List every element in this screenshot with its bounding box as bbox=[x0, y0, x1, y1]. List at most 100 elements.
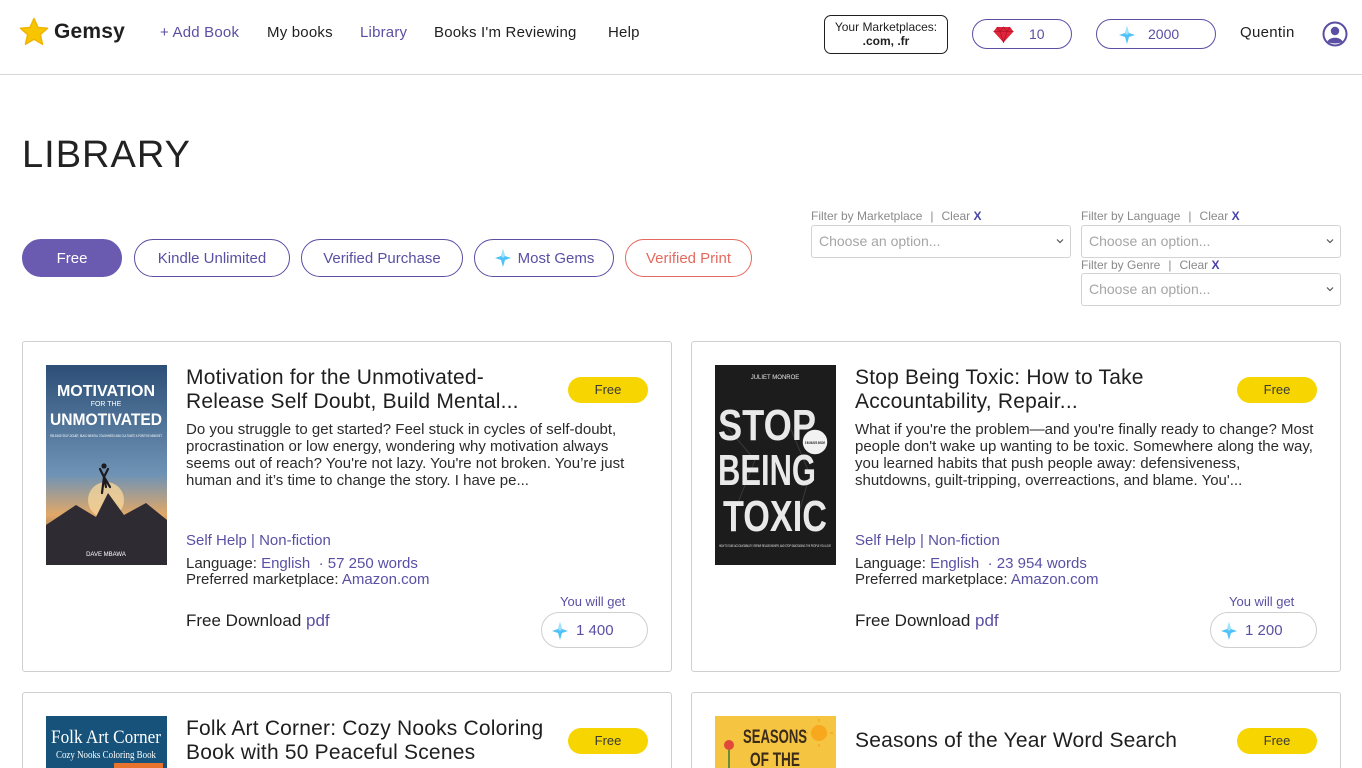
book-genre-link[interactable]: Self Help | Non-fiction bbox=[855, 532, 1000, 549]
marketplaces-label: Your Marketplaces: bbox=[834, 20, 938, 34]
marketplace-select-placeholder: Choose an option... bbox=[819, 233, 941, 249]
marketplaces-value: .com, .fr bbox=[862, 34, 910, 48]
books-reviewing-link[interactable]: Books I'm Reviewing bbox=[434, 24, 577, 41]
cover-line2: BEING bbox=[718, 446, 816, 495]
language-label: Language: bbox=[855, 555, 926, 572]
cover-seal: 5 BONUSES INSIDE bbox=[805, 441, 825, 445]
language-link[interactable]: English bbox=[930, 555, 979, 572]
marketplace-link[interactable]: Amazon.com bbox=[1011, 571, 1099, 588]
cover-line1: MOTIVATION bbox=[57, 383, 155, 400]
free-badge: Free bbox=[568, 728, 648, 754]
ruby-icon bbox=[993, 26, 1014, 43]
book-cover-image[interactable]: Folk Art Corner Cozy Nooks Coloring Book bbox=[46, 716, 167, 768]
filter-verified-print-button[interactable]: Verified Print bbox=[625, 239, 752, 277]
separator: | bbox=[1188, 209, 1192, 223]
filter-most-gems-button[interactable]: Most Gems bbox=[474, 239, 614, 277]
ruby-balance-button[interactable]: 10 bbox=[972, 19, 1072, 49]
marketplace-filter-select[interactable]: Choose an option... bbox=[811, 225, 1071, 258]
pdf-download-link[interactable]: pdf bbox=[306, 611, 330, 630]
genre-filter-select[interactable]: Choose an option... bbox=[1081, 273, 1341, 306]
cover-line3: UNMOTIVATED bbox=[50, 410, 162, 429]
book-card[interactable]: MOTIVATION FOR THE UNMOTIVATED RELEASE S… bbox=[22, 341, 672, 672]
book-marketplace-row: Preferred marketplace: Amazon.com bbox=[855, 571, 1098, 588]
marketplace-clear-text[interactable]: Clear bbox=[942, 209, 971, 223]
gem-count: 2000 bbox=[1148, 26, 1180, 42]
marketplace-label: Preferred marketplace: bbox=[855, 571, 1008, 588]
word-count: · 23 954 words bbox=[987, 555, 1087, 572]
gem-reward-value: 1 200 bbox=[1245, 622, 1283, 639]
free-download-label: Free Download bbox=[186, 611, 302, 630]
language-clear-button[interactable]: X bbox=[1232, 209, 1240, 223]
gem-reward-button[interactable]: 1 200 bbox=[1210, 612, 1317, 648]
free-badge: Free bbox=[1237, 728, 1317, 754]
filter-verified-purchase-button[interactable]: Verified Purchase bbox=[301, 239, 463, 277]
cover-line2: FOR THE bbox=[91, 401, 122, 408]
free-download-row: Free Download pdf bbox=[186, 611, 330, 631]
cover-line2: OF THE bbox=[750, 750, 800, 768]
my-books-link[interactable]: My books bbox=[267, 24, 333, 41]
user-avatar-icon[interactable] bbox=[1322, 21, 1348, 47]
ruby-count: 10 bbox=[1029, 26, 1045, 42]
book-title[interactable]: Folk Art Corner: Cozy Nooks Coloring Boo… bbox=[186, 717, 556, 765]
book-title[interactable]: Motivation for the Unmotivated- Release … bbox=[186, 366, 556, 414]
language-filter-label: Filter by Language | Clear X bbox=[1081, 209, 1240, 223]
marketplace-clear-button[interactable]: X bbox=[974, 209, 982, 223]
you-will-get-label: You will get bbox=[560, 594, 626, 609]
book-cover-image[interactable]: SEASONS OF THE bbox=[715, 716, 836, 768]
gem-balance-button[interactable]: 2000 bbox=[1096, 19, 1216, 49]
language-filter-title: Filter by Language bbox=[1081, 209, 1181, 223]
app-name: Gemsy bbox=[54, 20, 126, 43]
pdf-download-link[interactable]: pdf bbox=[975, 611, 999, 630]
language-label: Language: bbox=[186, 555, 257, 572]
free-badge: Free bbox=[568, 377, 648, 403]
library-link[interactable]: Library bbox=[360, 24, 407, 41]
book-card[interactable]: JULIET MONROE STOP BEING TOXIC 5 BONUSES… bbox=[691, 341, 1341, 672]
language-filter-select[interactable]: Choose an option... bbox=[1081, 225, 1341, 258]
filter-free-button[interactable]: Free bbox=[22, 239, 122, 277]
book-title[interactable]: Seasons of the Year Word Search bbox=[855, 729, 1225, 753]
star-icon bbox=[19, 17, 49, 45]
marketplace-filter-title: Filter by Marketplace bbox=[811, 209, 923, 223]
book-genre-link[interactable]: Self Help | Non-fiction bbox=[186, 532, 331, 549]
free-badge: Free bbox=[1237, 377, 1317, 403]
cover-line1: SEASONS bbox=[743, 727, 807, 748]
filter-kindle-unlimited-button[interactable]: Kindle Unlimited bbox=[134, 239, 290, 277]
book-cover-image[interactable]: MOTIVATION FOR THE UNMOTIVATED RELEASE S… bbox=[46, 365, 167, 565]
separator: | bbox=[930, 209, 934, 223]
gem-reward-button[interactable]: 1 400 bbox=[541, 612, 648, 648]
book-card[interactable]: SEASONS OF THE Seasons of the Year Word … bbox=[691, 692, 1341, 768]
top-navbar: Gemsy + Add Book My books Library Books … bbox=[0, 0, 1362, 75]
book-marketplace-row: Preferred marketplace: Amazon.com bbox=[186, 571, 429, 588]
username-link[interactable]: Quentin bbox=[1240, 24, 1295, 41]
page-title: LIBRARY bbox=[22, 134, 191, 176]
free-download-row: Free Download pdf bbox=[855, 611, 999, 631]
book-title[interactable]: Stop Being Toxic: How to Take Accountabi… bbox=[855, 366, 1225, 414]
cover-tagline: HOW TO TAKE ACCOUNTABILITY, REPAIR RELAT… bbox=[719, 544, 831, 548]
genre-filter-label: Filter by Genre | Clear X bbox=[1081, 258, 1220, 272]
genre-filter-title: Filter by Genre bbox=[1081, 258, 1161, 272]
book-description: What if you're the problem—and you're fi… bbox=[855, 421, 1314, 489]
genre-clear-button[interactable]: X bbox=[1212, 258, 1220, 272]
marketplace-link[interactable]: Amazon.com bbox=[342, 571, 430, 588]
gem-reward-value: 1 400 bbox=[576, 622, 614, 639]
book-card[interactable]: Folk Art Corner Cozy Nooks Coloring Book… bbox=[22, 692, 672, 768]
marketplace-filter-label: Filter by Marketplace | Clear X bbox=[811, 209, 982, 223]
cover-line2: Cozy Nooks Coloring Book bbox=[56, 750, 156, 761]
chevron-down-icon bbox=[1056, 239, 1064, 244]
genre-clear-text[interactable]: Clear bbox=[1179, 258, 1208, 272]
add-book-link[interactable]: + Add Book bbox=[160, 24, 239, 41]
gem-icon bbox=[1221, 622, 1237, 640]
language-select-placeholder: Choose an option... bbox=[1089, 233, 1211, 249]
help-link[interactable]: Help bbox=[608, 24, 640, 41]
language-clear-text[interactable]: Clear bbox=[1200, 209, 1229, 223]
separator: | bbox=[1168, 258, 1172, 272]
marketplaces-button[interactable]: Your Marketplaces: .com, .fr bbox=[824, 15, 948, 54]
chevron-down-icon bbox=[1326, 287, 1334, 292]
cover-tagline: RELEASE SELF-DOUBT, BUILD MENTAL TOUGHNE… bbox=[50, 433, 162, 438]
book-cover-image[interactable]: JULIET MONROE STOP BEING TOXIC 5 BONUSES… bbox=[715, 365, 836, 565]
word-count: · 57 250 words bbox=[318, 555, 418, 572]
home-logo-link[interactable]: Gemsy bbox=[19, 17, 125, 47]
language-link[interactable]: English bbox=[261, 555, 310, 572]
genre-select-placeholder: Choose an option... bbox=[1089, 281, 1211, 297]
book-language-row: Language: English · 23 954 words bbox=[855, 555, 1087, 572]
